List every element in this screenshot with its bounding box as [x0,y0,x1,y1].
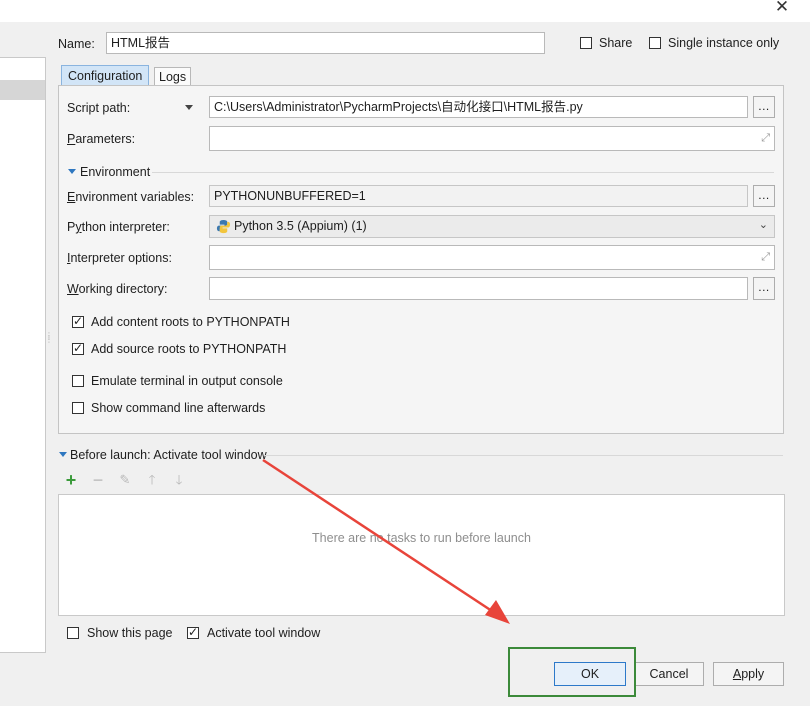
annotation-arrow [262,458,510,624]
